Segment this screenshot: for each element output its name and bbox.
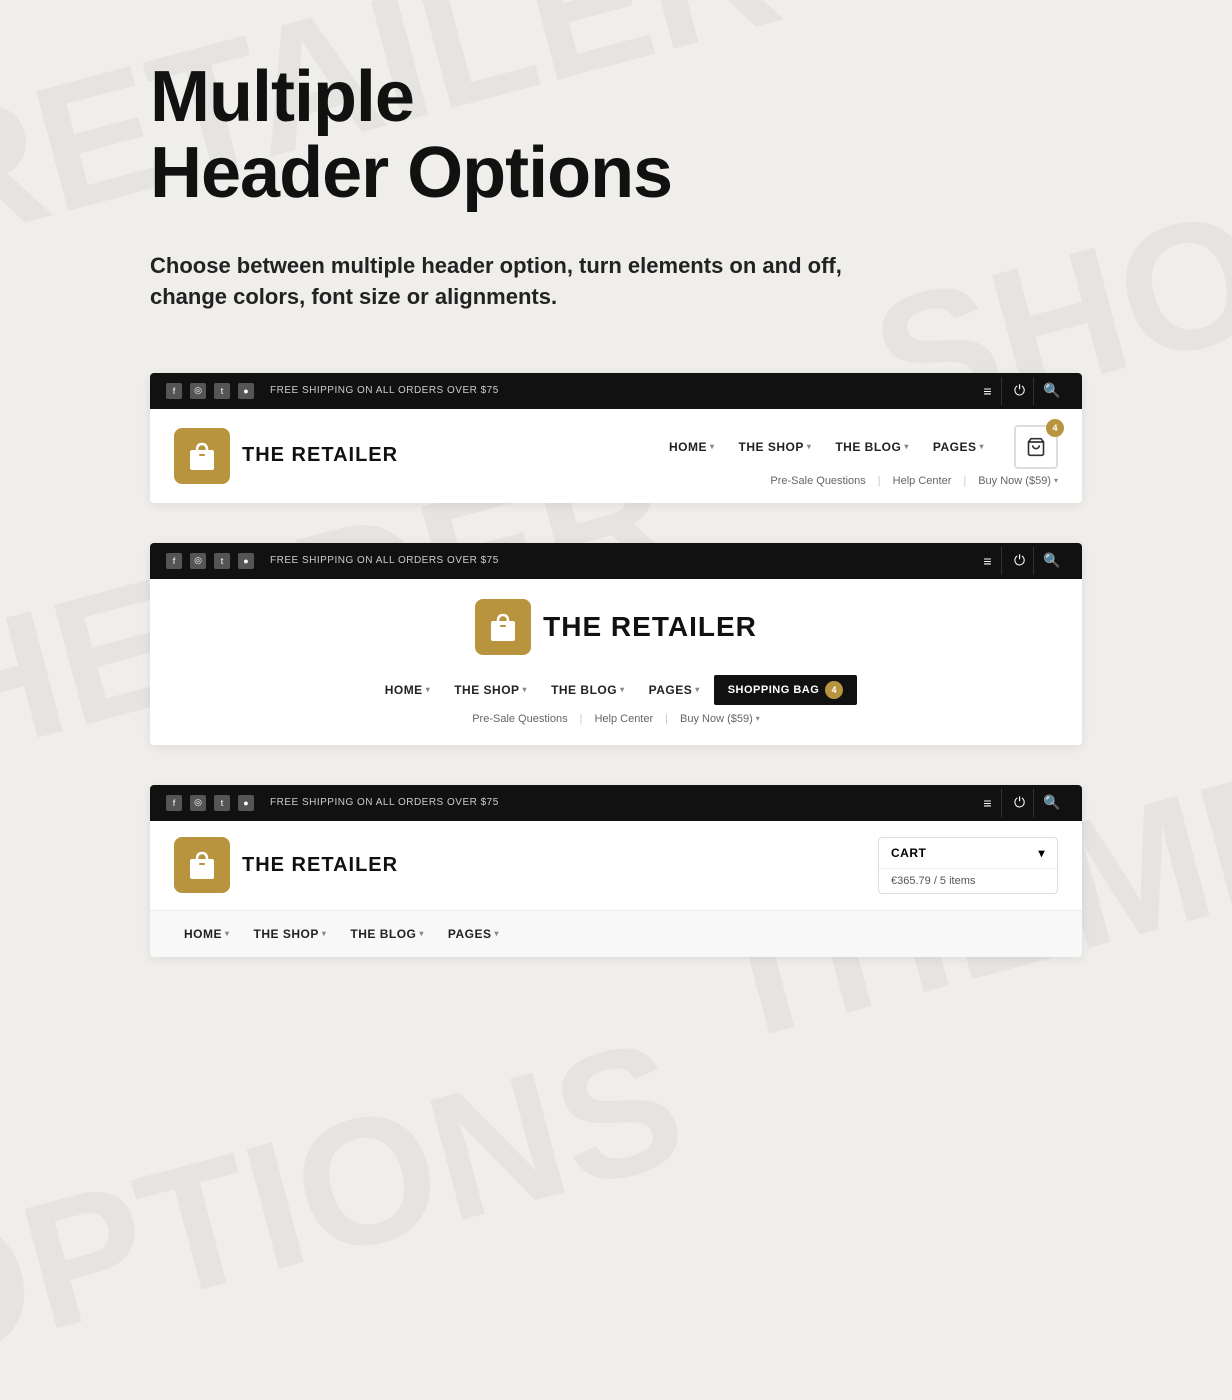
top-bar-right-1: ≡ ⏻ 🔍 (974, 377, 1066, 405)
messenger-icon-3[interactable]: ◎ (190, 795, 206, 811)
top-bar-right-3: ≡ ⏻ 🔍 (974, 789, 1066, 817)
headers-container: f ◎ t ● FREE SHIPPING ON ALL ORDERS OVER… (150, 373, 1082, 957)
facebook-icon[interactable]: f (166, 383, 182, 399)
shipping-message-3: FREE SHIPPING ON ALL ORDERS OVER $75 (270, 797, 499, 808)
social-icons-2: f ◎ t ● (166, 553, 254, 569)
logo-icon-1[interactable] (174, 428, 230, 484)
cart-icon-1 (1026, 437, 1046, 457)
messenger-icon-2[interactable]: ◎ (190, 553, 206, 569)
menu-icon-2[interactable]: ≡ (974, 547, 1002, 575)
logo-icon-3[interactable] (174, 837, 230, 893)
search-icon-1[interactable]: 🔍 (1038, 377, 1066, 405)
logo-text-1: THE RETAILER (242, 444, 398, 467)
top-bar-2: f ◎ t ● FREE SHIPPING ON ALL ORDERS OVER… (150, 543, 1082, 579)
instagram-icon-3[interactable]: ● (238, 795, 254, 811)
user-icon-2[interactable]: ⏻ (1006, 547, 1034, 575)
cart-badge-1: 4 (1046, 419, 1064, 437)
bag-svg-3 (186, 849, 218, 881)
top-bar-left-2: f ◎ t ● FREE SHIPPING ON ALL ORDERS OVER… (166, 553, 499, 569)
nav-blog-2[interactable]: THE BLOG ▾ (541, 679, 635, 701)
top-bar-right-2: ≡ ⏻ 🔍 (974, 547, 1066, 575)
hero-description: Choose between multiple header option, t… (150, 251, 850, 313)
menu-icon-1[interactable]: ≡ (974, 377, 1002, 405)
nav-blog-1[interactable]: THE BLOG ▾ (825, 436, 919, 458)
messenger-icon[interactable]: ◎ (190, 383, 206, 399)
nav-home-1[interactable]: HOME ▾ (659, 436, 725, 458)
shopping-bag-count: 4 (825, 681, 843, 699)
nav-pages-2[interactable]: PAGES ▾ (639, 679, 710, 701)
header-demo-2: f ◎ t ● FREE SHIPPING ON ALL ORDERS OVER… (150, 543, 1082, 745)
bag-svg-1 (186, 440, 218, 472)
facebook-icon-2[interactable]: f (166, 553, 182, 569)
logo-area-1: THE RETAILER (174, 428, 398, 484)
shipping-message-2: FREE SHIPPING ON ALL ORDERS OVER $75 (270, 555, 499, 566)
nav-area-1: HOME ▾ THE SHOP ▾ THE BLOG ▾ PAGES ▾ 4 (659, 425, 1058, 487)
cart-dropdown-chevron: ▾ (1038, 846, 1045, 860)
menu-icon-3[interactable]: ≡ (974, 789, 1002, 817)
nav-pages-3[interactable]: PAGES ▾ (438, 923, 509, 945)
header-2-logo: THE RETAILER (475, 599, 757, 655)
user-icon-3[interactable]: ⏻ (1006, 789, 1034, 817)
user-icon-1[interactable]: ⏻ (1006, 377, 1034, 405)
nav-shop-3[interactable]: THE SHOP ▾ (244, 923, 337, 945)
cart-button-1[interactable]: 4 (1014, 425, 1058, 469)
cart-info: €365.79 / 5 items (879, 869, 1057, 893)
header-main-3: THE RETAILER CART ▾ €365.79 / 5 items (150, 821, 1082, 910)
logo-icon-2[interactable] (475, 599, 531, 655)
header-demo-3: f ◎ t ● FREE SHIPPING ON ALL ORDERS OVER… (150, 785, 1082, 957)
twitter-icon-2[interactable]: t (214, 553, 230, 569)
social-icons-3: f ◎ t ● (166, 795, 254, 811)
shopping-bag-button[interactable]: SHOPPING BAG 4 (714, 675, 858, 705)
logo-text-3: THE RETAILER (242, 854, 398, 877)
search-icon-3[interactable]: 🔍 (1038, 789, 1066, 817)
nav-pages-1[interactable]: PAGES ▾ (923, 436, 994, 458)
header-main-2: THE RETAILER HOME ▾ THE SHOP ▾ THE BLOG … (150, 579, 1082, 745)
main-content: Multiple Header Options Choose between m… (0, 0, 1232, 1037)
buynow-link-1[interactable]: Buy Now ($59) ▾ (978, 475, 1058, 487)
shipping-message-1: FREE SHIPPING ON ALL ORDERS OVER $75 (270, 385, 499, 396)
header-demo-1: f ◎ t ● FREE SHIPPING ON ALL ORDERS OVER… (150, 373, 1082, 503)
nav-shop-2[interactable]: THE SHOP ▾ (444, 679, 537, 701)
instagram-icon-2[interactable]: ● (238, 553, 254, 569)
logo-text-2: THE RETAILER (543, 611, 757, 643)
top-bar-1: f ◎ t ● FREE SHIPPING ON ALL ORDERS OVER… (150, 373, 1082, 409)
facebook-icon-3[interactable]: f (166, 795, 182, 811)
header-nav-3: HOME ▾ THE SHOP ▾ THE BLOG ▾ PAGES ▾ (150, 910, 1082, 957)
help-link-1[interactable]: Help Center (893, 475, 952, 487)
cart-dropdown-3: CART ▾ €365.79 / 5 items (878, 837, 1058, 894)
nav-main-1: HOME ▾ THE SHOP ▾ THE BLOG ▾ PAGES ▾ 4 (659, 425, 1058, 469)
search-icon-2[interactable]: 🔍 (1038, 547, 1066, 575)
top-bar-left-3: f ◎ t ● FREE SHIPPING ON ALL ORDERS OVER… (166, 795, 499, 811)
nav-secondary-2: Pre-Sale Questions | Help Center | Buy N… (472, 713, 760, 725)
twitter-icon[interactable]: t (214, 383, 230, 399)
bag-svg-2 (487, 611, 519, 643)
presale-link-2[interactable]: Pre-Sale Questions (472, 713, 567, 725)
help-link-2[interactable]: Help Center (594, 713, 653, 725)
instagram-icon[interactable]: ● (238, 383, 254, 399)
twitter-icon-3[interactable]: t (214, 795, 230, 811)
nav-shop-1[interactable]: THE SHOP ▾ (728, 436, 821, 458)
cart-label: CART (891, 846, 926, 860)
nav-home-3[interactable]: HOME ▾ (174, 923, 240, 945)
header-main-1: THE RETAILER HOME ▾ THE SHOP ▾ THE BLOG … (150, 409, 1082, 503)
nav-home-2[interactable]: HOME ▾ (375, 679, 441, 701)
nav-secondary-1: Pre-Sale Questions | Help Center | Buy N… (770, 475, 1058, 487)
top-bar-3: f ◎ t ● FREE SHIPPING ON ALL ORDERS OVER… (150, 785, 1082, 821)
top-bar-left-1: f ◎ t ● FREE SHIPPING ON ALL ORDERS OVER… (166, 383, 499, 399)
presale-link-1[interactable]: Pre-Sale Questions (770, 475, 865, 487)
logo-area-3: THE RETAILER (174, 837, 398, 893)
buynow-link-2[interactable]: Buy Now ($59) ▾ (680, 713, 760, 725)
cart-dropdown-header[interactable]: CART ▾ (879, 838, 1057, 869)
nav-blog-3[interactable]: THE BLOG ▾ (340, 923, 434, 945)
nav-main-2: HOME ▾ THE SHOP ▾ THE BLOG ▾ PAGES ▾ SHO… (375, 675, 858, 705)
hero-title: Multiple Header Options (150, 60, 1082, 211)
social-icons-1: f ◎ t ● (166, 383, 254, 399)
